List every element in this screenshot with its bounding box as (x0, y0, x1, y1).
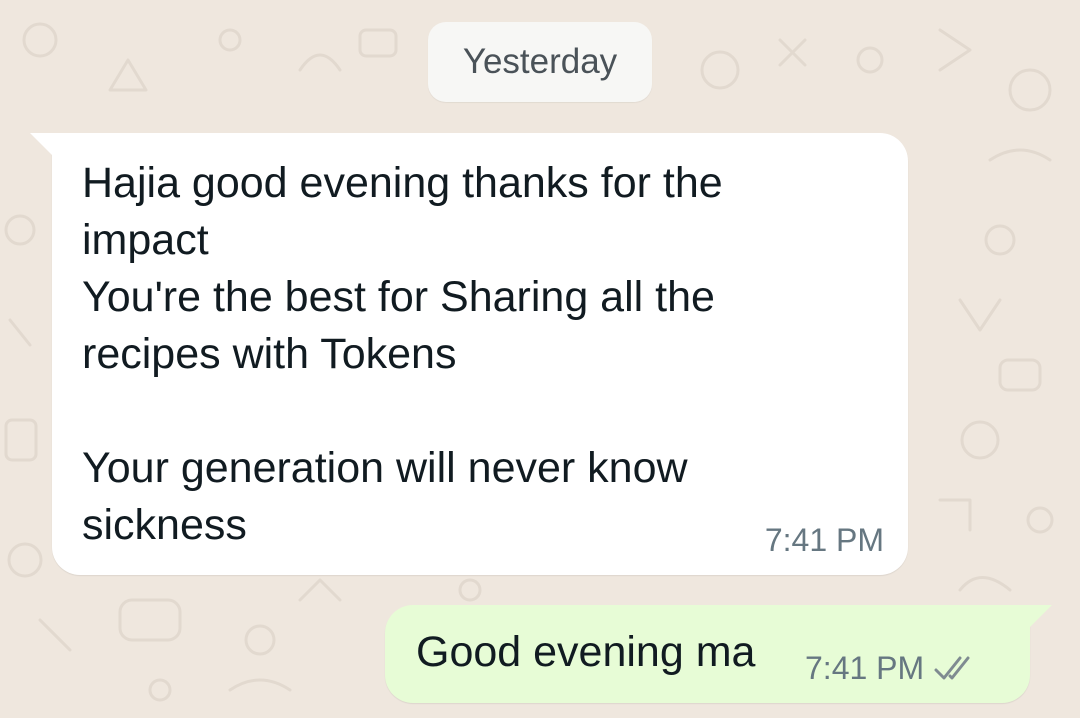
message-meta: 7:41 PM (805, 650, 976, 687)
bubble-tail (30, 133, 54, 157)
message-text: Hajia good evening thanks for the impact… (82, 159, 723, 549)
date-separator: Yesterday (428, 22, 652, 102)
double-check-icon (934, 656, 976, 682)
date-separator-label: Yesterday (462, 42, 618, 81)
message-text: Good evening ma (416, 628, 756, 676)
incoming-message-bubble[interactable]: Hajia good evening thanks for the impact… (30, 133, 908, 575)
message-timestamp: 7:41 PM (764, 522, 884, 558)
bubble-tail (1028, 605, 1052, 629)
outgoing-message-bubble[interactable]: Good evening ma 7:41 PM (385, 605, 1052, 703)
message-timestamp: 7:41 PM (805, 650, 925, 686)
